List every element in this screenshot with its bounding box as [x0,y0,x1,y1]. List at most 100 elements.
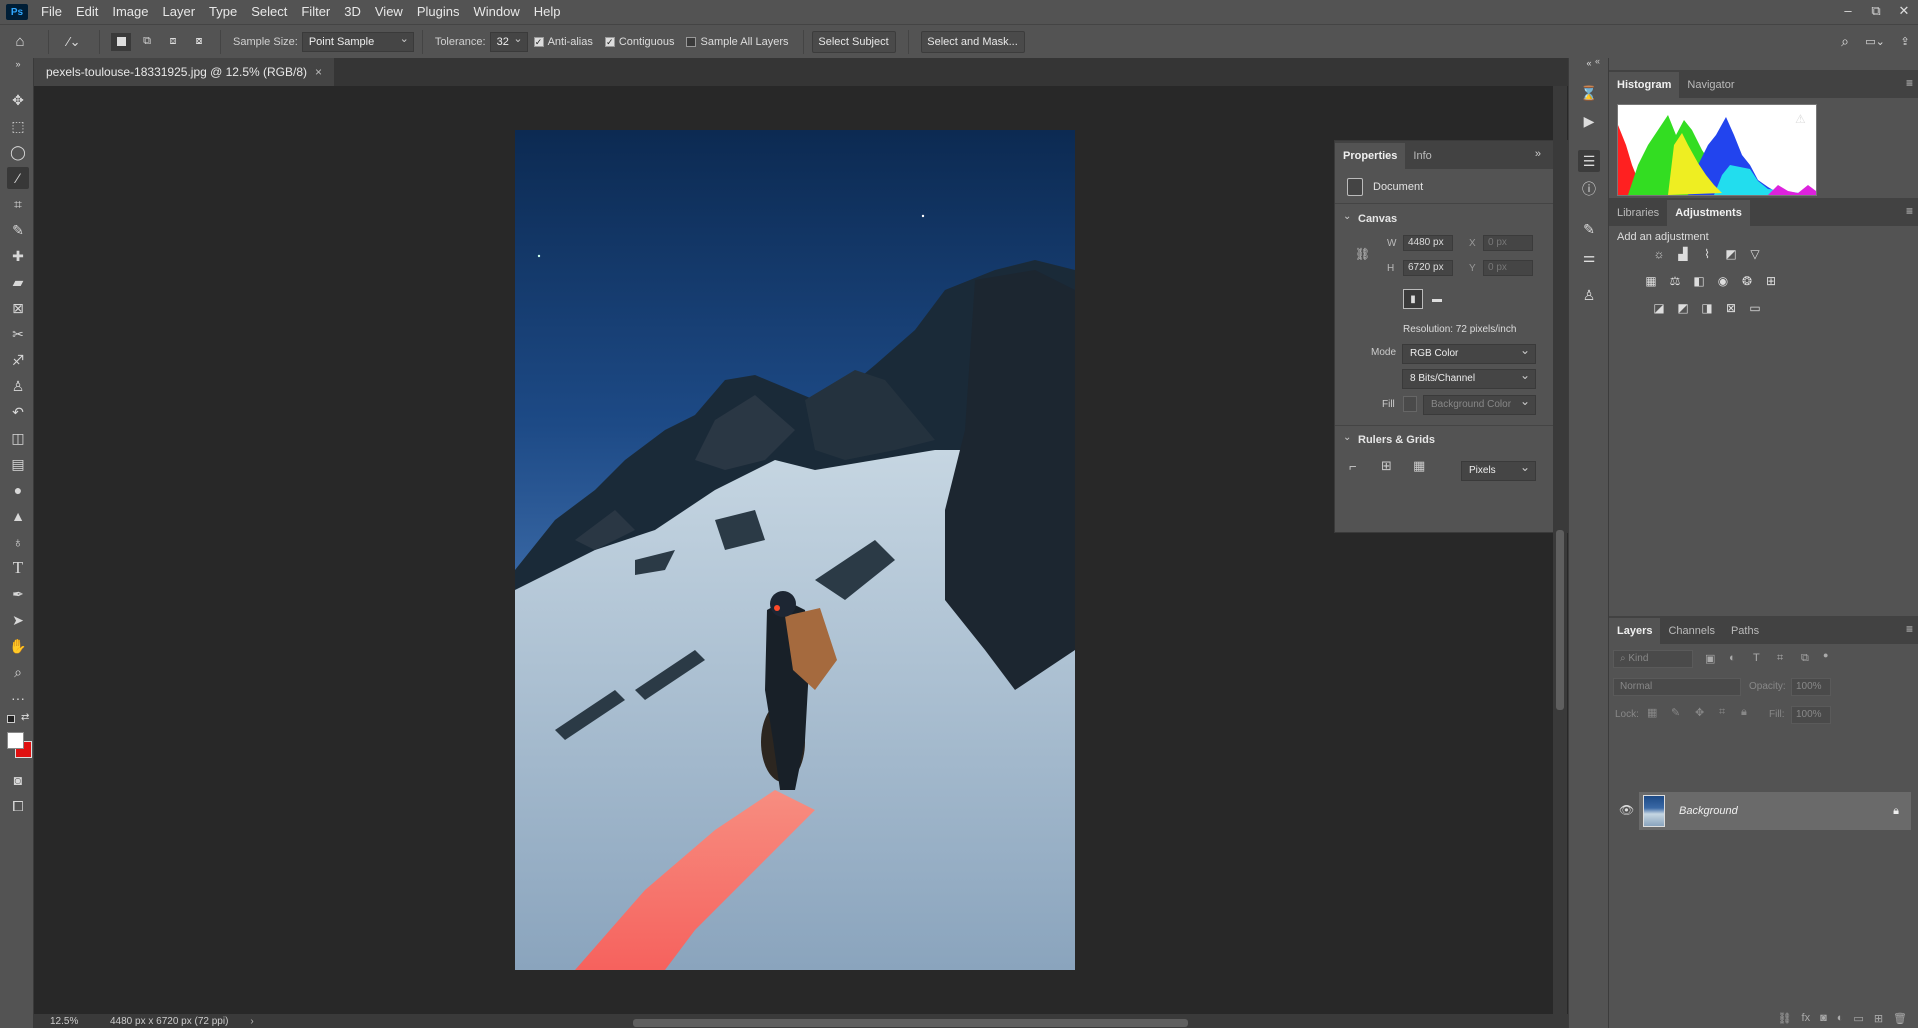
default-colors-icon[interactable] [7,715,15,723]
collapse-chevron-icon[interactable]: ⌄ [1343,211,1351,222]
dock-collapse-icon[interactable]: « [1595,56,1609,66]
color-lookup-icon[interactable]: ⊞ [1763,274,1779,288]
minimize-button[interactable]: – [1834,0,1862,24]
layer-style-icon[interactable]: fx [1802,1012,1811,1028]
document-tab[interactable]: pexels-toulouse-18331925.jpg @ 12.5% (RG… [34,58,335,86]
tab-libraries[interactable]: Libraries [1609,200,1667,226]
lock-artboard-icon[interactable]: ⌗ [1719,706,1725,719]
vertical-scroll-thumb[interactable] [1556,530,1564,710]
threshold-icon[interactable]: ◨ [1699,301,1715,315]
photo-filter-icon[interactable]: ◉ [1715,274,1731,288]
hand-tool-icon[interactable]: ✋ [7,635,29,657]
dodge-tool-icon[interactable]: ♁ [7,531,29,553]
status-menu-chevron-icon[interactable]: › [250,1016,253,1027]
gradient-map-icon[interactable]: ▭ [1747,301,1763,315]
fill-dropdown[interactable]: Background Color [1423,392,1536,415]
layer-fill-field[interactable]: 100% [1791,706,1831,724]
scissors-tool-icon[interactable]: ✂ [7,323,29,345]
menu-view[interactable]: View [368,0,410,24]
posterize-icon[interactable]: ◩ [1675,301,1691,315]
tab-histogram[interactable]: Histogram [1609,72,1680,98]
paint-brush-icon[interactable]: ♐ [7,349,29,371]
link-layers-icon[interactable]: ⛓ [1778,1012,1792,1028]
actions-play-icon[interactable]: ▶ [1578,110,1600,132]
share-icon[interactable]: ⇪ [1892,35,1918,48]
delete-layer-icon[interactable]: 🗑︎ [1893,1012,1907,1028]
color-mode-dropdown[interactable]: RGB Color [1402,341,1536,364]
menu-select[interactable]: Select [244,0,294,24]
eraser-tool-icon[interactable]: ◫ [7,427,29,449]
close-window-button[interactable]: ✕ [1890,0,1918,24]
document-image[interactable] [515,130,1075,970]
menu-filter[interactable]: Filter [294,0,337,24]
eyedropper-tool-icon[interactable]: ✎ [7,219,29,241]
search-icon[interactable]: ⌕ [1832,33,1858,50]
workspace-icon[interactable]: ▭⌄ [1858,35,1892,48]
tab-adjustments[interactable]: Adjustments [1667,200,1750,226]
brush-settings-icon[interactable]: ✎ [1578,218,1600,240]
menu-edit[interactable]: Edit [69,0,105,24]
adjust-sliders-icon[interactable]: ⚌ [1578,246,1600,268]
add-to-selection-icon[interactable]: ⧉ [137,35,157,48]
panel-menu-icon[interactable]: ≡ [1906,622,1913,636]
lock-all-icon[interactable]: 🔒︎ [1741,706,1747,719]
y-field[interactable]: 0 px [1483,260,1533,276]
close-tab-icon[interactable]: × [315,65,322,79]
menu-layer[interactable]: Layer [156,0,203,24]
levels-icon[interactable]: ▟ [1675,247,1691,261]
clone-source-icon[interactable]: ♙ [1578,284,1600,306]
contiguous-checkbox[interactable]: ✓ Contiguous [604,36,674,48]
path-selection-icon[interactable]: ➤ [7,609,29,631]
collapse-chevron-icon[interactable]: ⌄ [1343,432,1351,443]
lock-image-icon[interactable]: ✎ [1671,706,1680,719]
horizontal-scroll-thumb[interactable] [633,1019,1188,1027]
bit-depth-dropdown[interactable]: 8 Bits/Channel [1402,366,1536,389]
channel-mixer-icon[interactable]: ❂ [1739,274,1755,288]
curves-icon[interactable]: ⌇ [1699,247,1715,261]
layer-row-background[interactable]: Background 🔒︎ [1639,792,1911,830]
sharpen-tool-icon[interactable]: ▲ [7,505,29,527]
subtract-from-selection-icon[interactable]: ⧈ [163,35,183,48]
marquee-tool-icon[interactable]: ⬚ [7,115,29,137]
brush-tool-icon[interactable]: ▰ [7,271,29,293]
menu-plugins[interactable]: Plugins [410,0,467,24]
crop-tool-icon[interactable]: ⌗ [7,193,29,215]
menu-3d[interactable]: 3D [337,0,368,24]
tab-info[interactable]: Info [1405,143,1439,169]
pen-tool-icon[interactable]: ✒ [7,583,29,605]
zoom-level[interactable]: 12.5% [50,1016,110,1027]
new-fill-layer-icon[interactable]: ◐ [1837,1012,1844,1028]
frame-tool-icon[interactable]: ⊠ [7,297,29,319]
healing-brush-icon[interactable]: ✚ [7,245,29,267]
menu-window[interactable]: Window [466,0,526,24]
magic-wand-tool-icon[interactable]: ⁄ [7,167,29,189]
zoom-tool-icon[interactable]: ⌕ [7,661,29,683]
black-white-icon[interactable]: ◧ [1691,274,1707,288]
layer-filter-box[interactable]: ⌕ Kind [1613,650,1693,668]
tab-layers[interactable]: Layers [1609,618,1661,644]
move-tool-icon[interactable]: ✥ [7,89,29,111]
ruler-icon[interactable]: ⌐ [1349,459,1357,474]
sample-size-dropdown[interactable]: Point Sample [301,30,414,52]
opacity-field[interactable]: 100% [1791,678,1831,696]
filter-type-icon[interactable]: T [1753,652,1760,664]
gradient-tool-icon[interactable]: ▤ [7,453,29,475]
swap-colors-icon[interactable]: ⇄ [21,712,29,723]
lasso-tool-icon[interactable]: ◯ [7,141,29,163]
warning-icon[interactable]: ⚠ [1795,112,1806,126]
history-brush-icon[interactable]: ↶ [7,401,29,423]
selective-color-icon[interactable]: ⊠ [1723,301,1739,315]
menu-help[interactable]: Help [527,0,568,24]
magic-wand-preset-icon[interactable]: ⁄⌄ [57,34,91,50]
home-icon[interactable]: ⌂ [0,33,40,50]
link-dimensions-icon[interactable]: ⛓ [1355,247,1370,261]
brightness-contrast-icon[interactable]: ☼ [1651,247,1667,261]
collapse-panel-icon[interactable]: » [1535,148,1541,160]
layer-lock-icon[interactable]: 🔒︎ [1893,805,1899,818]
pixel-grid-icon[interactable]: ▦ [1413,458,1425,474]
grid-icon[interactable]: ⊞ [1381,458,1392,474]
blend-mode-dropdown[interactable]: Normal [1613,678,1741,696]
filter-smart-object-icon[interactable]: ⧉ [1801,652,1809,665]
intersect-selection-icon[interactable]: ⧇ [189,35,209,48]
info-icon[interactable]: ⓘ [1578,178,1600,200]
